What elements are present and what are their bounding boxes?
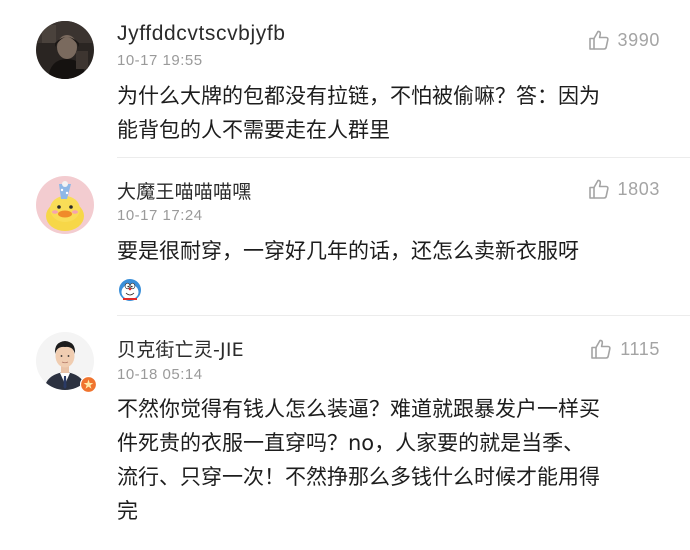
- like-button[interactable]: 1115: [589, 336, 660, 362]
- thumbs-up-icon: [588, 30, 609, 50]
- doraemon-emoji-icon: [119, 279, 141, 301]
- like-count: 3990: [617, 29, 660, 50]
- comment-item: Jyffddcvtscvbjyfb 10-17 19:55 3990 为什么大牌…: [0, 0, 690, 158]
- thumbs-up-icon: [591, 339, 611, 359]
- comment-text: 为什么大牌的包都没有拉链，不怕被偷嘛？答：因为 能背包的人不需要走在人群里: [117, 79, 677, 147]
- timestamp: 10-17 19:55: [117, 52, 203, 69]
- comment-text-line: 要是很耐穿，一穿好几年的话，还怎么卖新衣服呀: [117, 239, 579, 263]
- yellow-duck-party-hat-avatar-icon: [36, 176, 94, 234]
- comment-text-line: 流行、只穿一次！不然挣那么多钱什么时候才能用得: [117, 465, 600, 489]
- like-count: 1803: [617, 178, 660, 199]
- thumbs-up-icon: [588, 179, 609, 199]
- comment-text-line: 为什么大牌的包都没有拉链，不怕被偷嘛？答：因为: [117, 84, 600, 108]
- like-count: 1115: [620, 338, 660, 359]
- dark-portrait-avatar-icon: [36, 21, 94, 79]
- username[interactable]: Jyffddcvtscvbjyfb: [117, 22, 286, 46]
- verified-badge-icon: [80, 376, 97, 393]
- comment-text: 要是很耐穿，一穿好几年的话，还怎么卖新衣服呀: [117, 234, 677, 268]
- comment-text: 不然你觉得有钱人怎么装逼？难道就跟暴发户一样买 件死贵的衣服一直穿吗？no，人家…: [117, 392, 677, 528]
- comment-list: Jyffddcvtscvbjyfb 10-17 19:55 3990 为什么大牌…: [0, 0, 690, 550]
- like-button[interactable]: 1803: [587, 176, 660, 202]
- username[interactable]: 大魔王喵喵喵嘿: [117, 177, 251, 204]
- like-button[interactable]: 3990: [587, 27, 660, 53]
- comment-text-line: 不然你觉得有钱人怎么装逼？难道就跟暴发户一样买: [117, 397, 600, 421]
- timestamp: 10-17 17:24: [117, 207, 203, 224]
- comment-text-line: 能背包的人不需要走在人群里: [117, 118, 390, 142]
- username[interactable]: 贝克街亡灵-JIE: [117, 335, 244, 362]
- comment-text-line: 件死贵的衣服一直穿吗？no，人家要的就是当季、: [117, 431, 585, 455]
- comment-item: 大魔王喵喵喵嘿 10-17 17:24 1803 要是很耐穿，一穿好几年的话，还…: [0, 158, 690, 316]
- comment-text-line: 完: [117, 499, 138, 523]
- avatar[interactable]: [36, 21, 94, 79]
- timestamp: 10-18 05:14: [117, 366, 203, 383]
- avatar[interactable]: [36, 176, 94, 234]
- comment-item: 贝克街亡灵-JIE 10-18 05:14 1115 不然你觉得有钱人怎么装逼？…: [0, 316, 690, 550]
